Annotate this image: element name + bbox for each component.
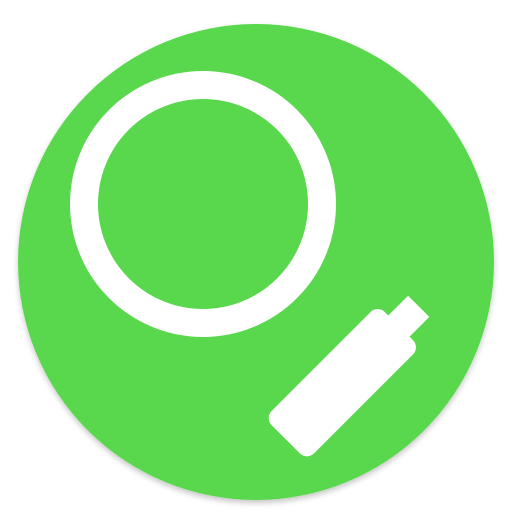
search-icon	[18, 24, 494, 500]
search-app-icon[interactable]	[0, 0, 512, 512]
